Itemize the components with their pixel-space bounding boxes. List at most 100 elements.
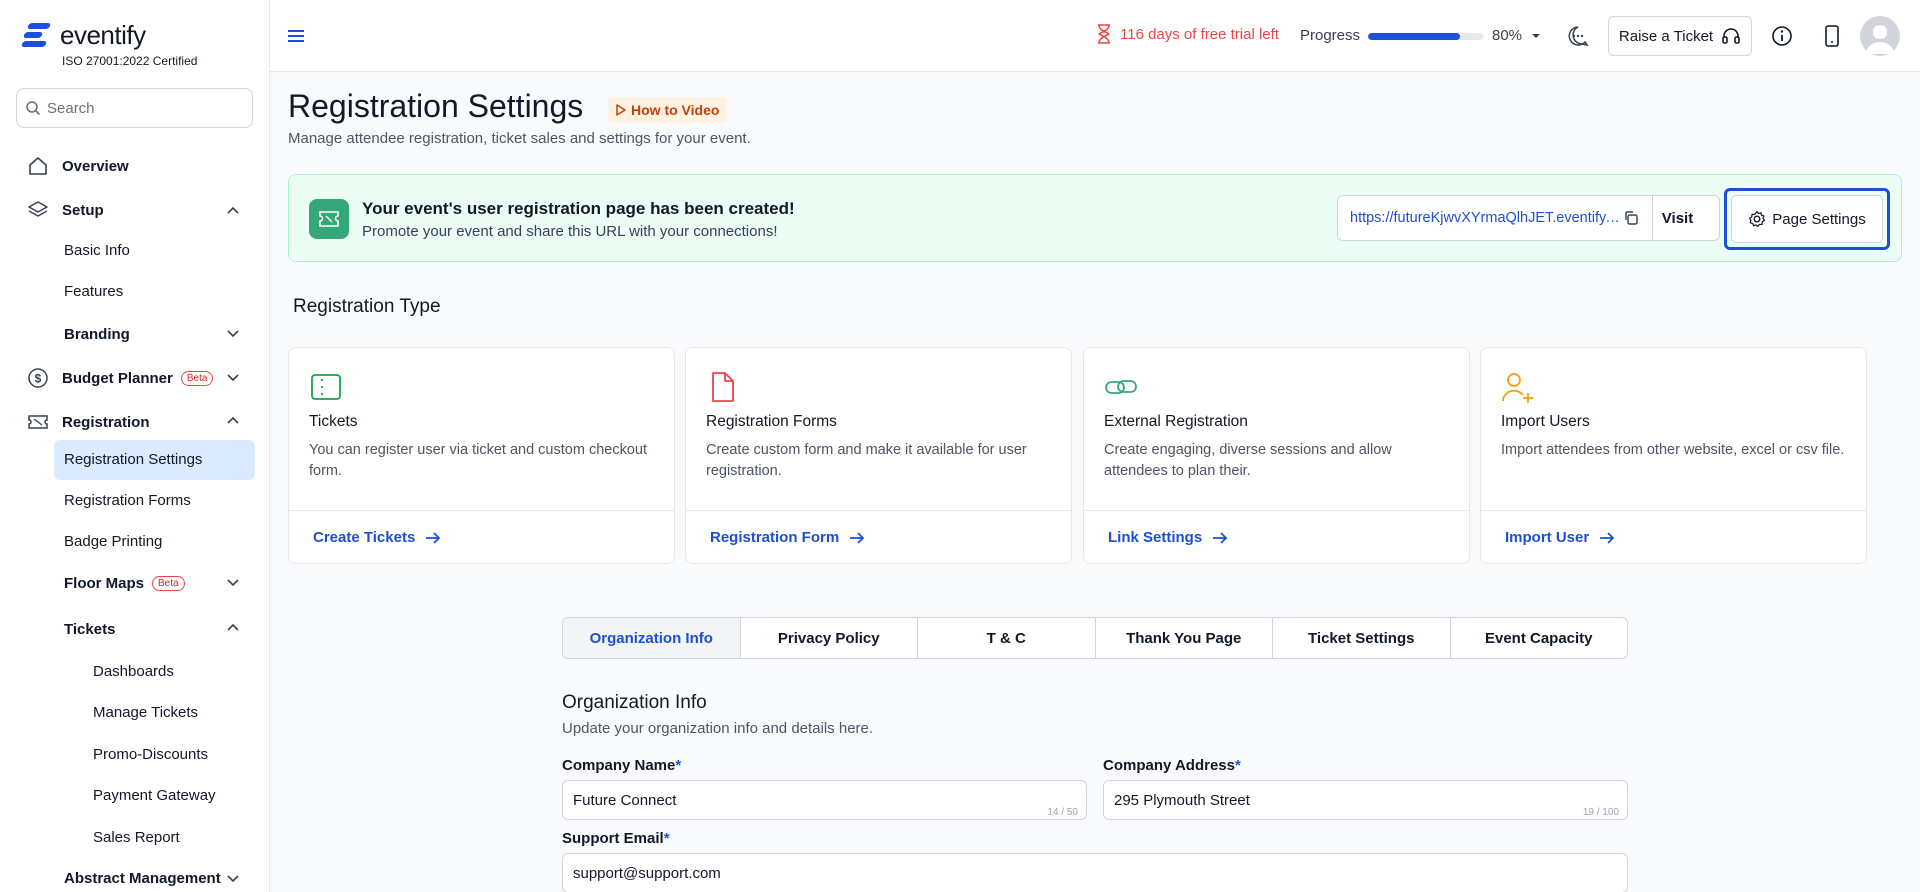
chevron-down-icon[interactable] <box>226 575 240 589</box>
eventify-logo-icon <box>20 21 54 51</box>
search-icon <box>26 101 41 116</box>
home-icon <box>26 154 50 178</box>
chevron-down-icon[interactable] <box>226 326 240 340</box>
chevron-up-icon[interactable] <box>226 621 240 635</box>
sidebar-item-branding[interactable]: Branding <box>64 326 130 343</box>
registration-type-card: Import Users Import attendees from other… <box>1480 347 1867 564</box>
card-description: Import attendees from other website, exc… <box>1501 442 1845 458</box>
card-footer: Registration Form <box>686 510 1071 565</box>
card-title: Tickets <box>309 413 358 430</box>
company-name-label: Company Name* <box>562 757 681 774</box>
organization-info-title: Organization Info <box>562 692 707 713</box>
support-email-input[interactable] <box>563 854 1627 892</box>
page-subtitle: Manage attendee registration, ticket sal… <box>288 130 751 147</box>
progress-label: Progress <box>1300 27 1361 44</box>
arrow-right-icon <box>850 531 865 544</box>
registration-form-link[interactable]: Registration Form <box>710 529 865 546</box>
tab-ticket-settings[interactable]: Ticket Settings <box>1273 618 1451 658</box>
beta-badge: Beta <box>180 370 214 386</box>
user-avatar[interactable] <box>1860 16 1900 56</box>
arrow-right-icon <box>1213 531 1228 544</box>
arrow-right-icon <box>1600 531 1615 544</box>
headset-icon <box>1722 28 1740 44</box>
layers-icon <box>26 198 50 222</box>
sidebar-item-floor-maps[interactable]: Floor Maps Beta <box>64 575 185 592</box>
arrow-right-icon <box>426 531 441 544</box>
info-icon[interactable] <box>1770 24 1794 48</box>
mobile-icon[interactable] <box>1820 24 1844 48</box>
sidebar-item-registration-settings[interactable]: Registration Settings <box>64 451 202 468</box>
sidebar-item-sales-report[interactable]: Sales Report <box>93 829 180 846</box>
field-label-text: Support Email <box>562 830 664 847</box>
sidebar-item-basic-info[interactable]: Basic Info <box>64 242 130 259</box>
sidebar-item-label: Budget Planner <box>62 369 173 387</box>
card-link-label: Create Tickets <box>313 529 416 546</box>
tab-thank-you-page[interactable]: Thank You Page <box>1096 618 1273 658</box>
top-header: 116 days of free trial left Progress 80%… <box>270 0 1920 72</box>
copy-icon[interactable] <box>1620 210 1642 226</box>
progress-bar-fill <box>1368 33 1460 40</box>
sidebar: eventify ISO 27001:2022 Certified Overvi… <box>0 0 270 892</box>
sidebar-item-label: Registration <box>62 413 150 431</box>
chevron-down-icon[interactable] <box>226 370 240 384</box>
tab-terms-conditions[interactable]: T & C <box>918 618 1096 658</box>
sidebar-item-budget-planner[interactable]: $ Budget Planner Beta <box>26 366 214 390</box>
beta-badge: Beta <box>152 576 185 591</box>
brand-logo[interactable]: eventify <box>20 20 146 51</box>
document-icon <box>712 372 734 402</box>
caret-down-icon[interactable] <box>1530 31 1542 41</box>
gear-icon <box>1749 210 1766 228</box>
sidebar-item-tickets[interactable]: Tickets <box>64 621 115 638</box>
sidebar-item-label: Setup <box>62 201 104 219</box>
trial-text: 116 days of free trial left <box>1120 25 1279 43</box>
sidebar-item-setup[interactable]: Setup <box>26 198 104 222</box>
hamburger-menu-icon[interactable] <box>286 26 306 46</box>
company-address-input[interactable] <box>1104 781 1627 819</box>
raise-ticket-button[interactable]: Raise a Ticket <box>1608 16 1752 56</box>
sidebar-search[interactable] <box>16 88 253 128</box>
sidebar-item-payment-gateway[interactable]: Payment Gateway <box>93 787 216 804</box>
create-tickets-link[interactable]: Create Tickets <box>313 529 441 546</box>
support-email-label: Support Email* <box>562 830 670 847</box>
ticket-icon <box>26 410 50 434</box>
sidebar-item-promo-discounts[interactable]: Promo-Discounts <box>93 746 208 763</box>
organization-info-subtitle: Update your organization info and detail… <box>562 720 874 737</box>
visit-button[interactable]: Visit <box>1652 195 1702 241</box>
page-settings-label: Page Settings <box>1772 210 1866 228</box>
sidebar-item-registration[interactable]: Registration <box>26 410 150 434</box>
tab-privacy-policy[interactable]: Privacy Policy <box>741 618 918 658</box>
user-plus-icon <box>1502 373 1533 403</box>
chevron-up-icon[interactable] <box>226 414 240 428</box>
trial-indicator[interactable]: 116 days of free trial left <box>1096 24 1279 44</box>
required-mark: * <box>663 830 670 847</box>
required-mark: * <box>1234 757 1241 774</box>
card-footer: Link Settings <box>1084 510 1469 565</box>
registration-type-card: External Registration Create engaging, d… <box>1083 347 1470 564</box>
chevron-up-icon[interactable] <box>226 204 240 218</box>
tab-event-capacity[interactable]: Event Capacity <box>1451 618 1628 658</box>
chevron-down-icon[interactable] <box>226 871 240 885</box>
sidebar-item-features[interactable]: Features <box>64 283 123 300</box>
sidebar-item-badge-printing[interactable]: Badge Printing <box>64 533 162 550</box>
link-settings-link[interactable]: Link Settings <box>1108 529 1228 546</box>
sidebar-item-label: Floor Maps <box>64 575 145 592</box>
import-user-link[interactable]: Import User <box>1505 529 1615 546</box>
tab-organization-info[interactable]: Organization Info <box>563 618 741 658</box>
card-title: Registration Forms <box>706 413 837 430</box>
sidebar-item-dashboards[interactable]: Dashboards <box>93 663 174 680</box>
sidebar-item-abstract-management[interactable]: Abstract Management <box>64 870 221 887</box>
company-address-field: 19 / 100 <box>1103 780 1628 820</box>
how-to-video-label: How to Video <box>631 102 720 118</box>
raise-ticket-label: Raise a Ticket <box>1618 27 1714 45</box>
registration-url-link[interactable]: https://futureKjwvXYrmaQlhJET.eventify.i… <box>1338 210 1620 226</box>
sidebar-item-overview[interactable]: Overview <box>26 154 129 178</box>
support-email-field <box>562 853 1628 892</box>
chat-icon[interactable] <box>1566 24 1590 48</box>
registration-type-card: Tickets You can register user via ticket… <box>288 347 675 564</box>
page-settings-button[interactable]: Page Settings <box>1731 195 1883 243</box>
sidebar-item-registration-forms[interactable]: Registration Forms <box>64 492 191 509</box>
search-input[interactable] <box>47 99 247 117</box>
how-to-video-button[interactable]: How to Video <box>608 97 728 123</box>
company-name-input[interactable] <box>563 781 1086 819</box>
sidebar-item-manage-tickets[interactable]: Manage Tickets <box>93 704 198 721</box>
